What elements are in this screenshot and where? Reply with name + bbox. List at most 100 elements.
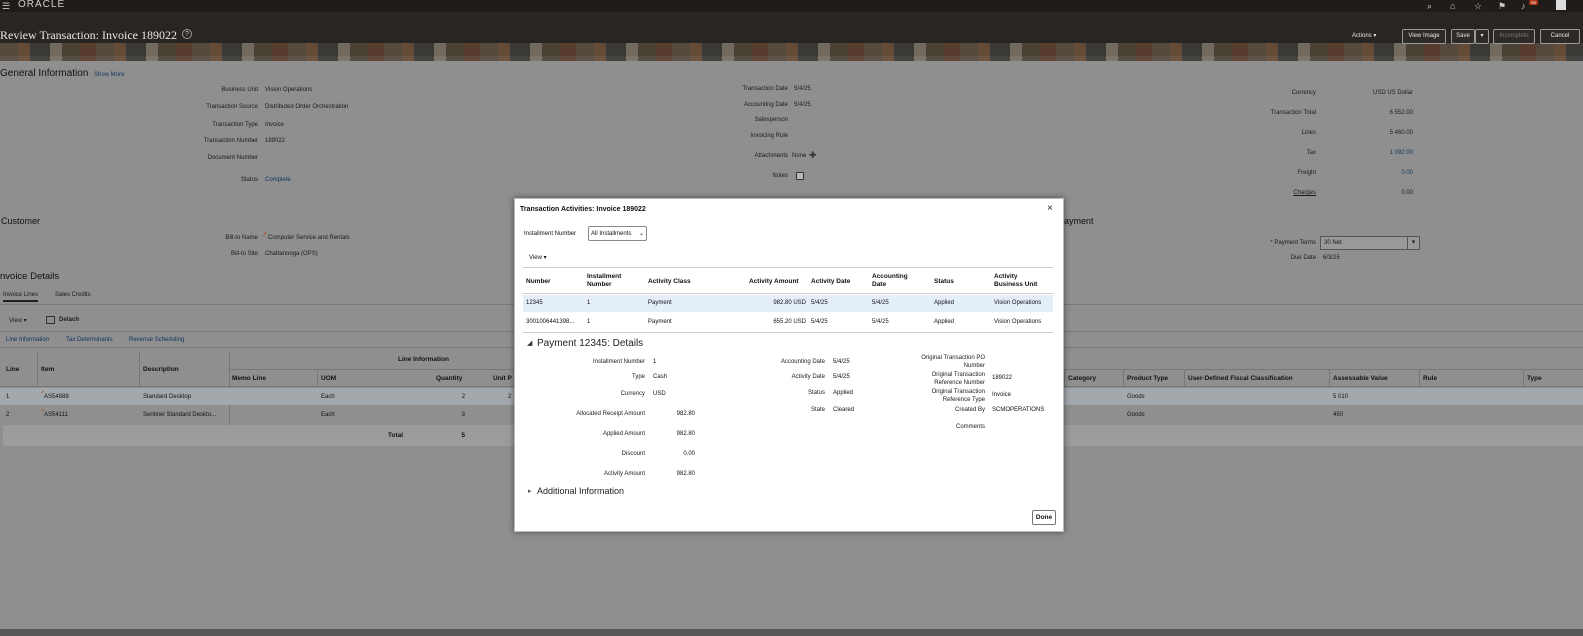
close-icon[interactable]: × xyxy=(1047,203,1053,214)
tab-invoice-lines[interactable]: Invoice Lines xyxy=(3,292,39,302)
column-header-uom[interactable]: UOM xyxy=(321,375,336,382)
cell-activity-class: Payment xyxy=(648,300,672,306)
detail-value: Cash xyxy=(653,374,668,380)
bell-icon[interactable]: ♪ xyxy=(1521,1,1526,11)
search-icon[interactable]: ⌕ xyxy=(1427,1,1432,11)
additional-information-heading[interactable]: Additional Information xyxy=(537,486,624,496)
divider xyxy=(523,267,1053,268)
actions-menu[interactable]: Actions ▾ xyxy=(1352,30,1376,43)
cell-description: Sentinel Standard Deskto... xyxy=(143,412,217,418)
cell-activity-date: 5/4/25 xyxy=(811,300,828,306)
global-header: ☰ ORACLE ⌕ ⌂ ☆ ⚑ ♪ 99 xyxy=(0,0,1583,12)
field-value: 5 460.00 xyxy=(1389,130,1413,136)
cell-business-unit: Vision Operations xyxy=(994,300,1042,306)
detail-value: Applied xyxy=(833,390,854,396)
column-header-product-type[interactable]: Product Type xyxy=(1127,375,1168,382)
star-icon[interactable]: ☆ xyxy=(1474,1,1482,11)
column-header-line[interactable]: Line xyxy=(6,366,19,373)
view-menu[interactable]: View ▾ xyxy=(529,254,547,261)
chevron-down-icon: ⌄ xyxy=(639,231,645,237)
column-header-rule[interactable]: Rule xyxy=(1423,375,1437,382)
tab-sales-credits[interactable]: Sales Credits xyxy=(55,292,91,298)
status-link[interactable]: Complete xyxy=(265,177,291,183)
home-icon[interactable]: ⌂ xyxy=(1450,1,1455,11)
freight-link[interactable]: 0.00 xyxy=(1313,170,1413,176)
field-value: 6 552.00 xyxy=(1389,110,1413,116)
show-more-link[interactable]: Show More xyxy=(94,72,124,78)
detail-label: Activity Date xyxy=(791,374,825,380)
column-header-installment-number[interactable]: Installment Number xyxy=(587,273,621,289)
cell-uom: Each xyxy=(321,412,335,418)
sub-tab-line-information[interactable]: Line Information xyxy=(6,337,49,343)
detail-label: Accounting Date xyxy=(780,359,825,365)
field-value: USD US Dollar xyxy=(1372,90,1413,96)
field-label: Invoicing Rule xyxy=(750,133,788,139)
add-attachment-icon[interactable]: ✚ xyxy=(809,150,817,161)
avatar[interactable] xyxy=(1556,0,1566,10)
column-header-accounting-date[interactable]: Accounting Date xyxy=(872,273,908,289)
flag-icon[interactable]: ⚑ xyxy=(1498,1,1506,11)
column-header-business-unit[interactable]: Activity Business Unit xyxy=(994,273,1037,289)
column-header-memo-line[interactable]: Memo Line xyxy=(232,375,266,382)
sub-tab-tax-determinants[interactable]: Tax Determinants xyxy=(66,337,113,343)
payment-terms-select[interactable]: 30 Net ▾ xyxy=(1320,236,1420,250)
view-menu[interactable]: View ▾ xyxy=(9,317,27,324)
cell-accounting-date: 5/4/25 xyxy=(872,319,889,325)
detail-label: Discount xyxy=(621,451,645,457)
field-value: Invoice xyxy=(265,122,285,128)
column-header-status[interactable]: Status xyxy=(934,278,954,286)
tax-link[interactable]: 1 092.00 xyxy=(1313,150,1413,156)
column-header-activity-date[interactable]: Activity Date xyxy=(811,278,850,286)
column-header-activity-amount[interactable]: Activity Amount xyxy=(749,278,799,286)
field-label: Attachments xyxy=(754,153,788,159)
done-button[interactable]: Done xyxy=(1032,510,1056,525)
cancel-button[interactable]: Cancel xyxy=(1540,29,1580,44)
column-header-description[interactable]: Description xyxy=(143,366,179,373)
field-value: Vision Operations xyxy=(265,87,313,93)
charges-link[interactable]: Charges xyxy=(1218,190,1316,196)
incomplete-button[interactable]: Incomplete xyxy=(1493,29,1535,44)
column-header-assessable-value[interactable]: Assessable Value xyxy=(1333,375,1388,382)
cell-status: Applied xyxy=(934,300,955,306)
cell-product-type: Goods xyxy=(1127,394,1145,400)
detach-icon[interactable] xyxy=(46,316,55,324)
detail-value: 5/4/25 xyxy=(833,374,850,380)
detail-value: 189022 xyxy=(992,375,1013,381)
view-image-button[interactable]: View Image xyxy=(1402,29,1446,44)
menu-icon[interactable]: ☰ xyxy=(2,2,10,11)
grid-line xyxy=(1329,369,1330,386)
required-marker: ↗ xyxy=(262,232,268,238)
column-header-item[interactable]: Item xyxy=(41,366,54,373)
bill-to-site: Chattanooga (OPS) xyxy=(265,251,318,257)
detach-button[interactable]: Detach xyxy=(59,317,79,323)
save-button[interactable]: Save xyxy=(1451,29,1475,44)
grid-line xyxy=(139,351,140,386)
expand-icon[interactable]: ▸ xyxy=(528,487,532,495)
page-title: Review Transaction: Invoice 189022 xyxy=(0,28,177,42)
cell-quantity: 3 xyxy=(461,412,465,418)
field-value: 0.00 xyxy=(1401,190,1413,196)
field-value: Distributed Order Orchestration xyxy=(265,104,349,110)
column-header-unit-price[interactable]: Unit P xyxy=(493,375,512,382)
installment-select[interactable]: All Installments ⌄ xyxy=(588,226,647,241)
column-header-quantity[interactable]: Quantity xyxy=(436,375,462,382)
bill-to-site-label: Bill-to Site xyxy=(230,251,258,257)
invoice-details-heading: nvoice Details xyxy=(0,271,60,282)
field-label: Transaction Number xyxy=(203,138,258,144)
column-header-number[interactable]: Number xyxy=(526,278,551,286)
help-icon[interactable]: ? xyxy=(182,29,192,39)
total-quantity: 5 xyxy=(461,432,465,439)
sub-tab-revenue-scheduling[interactable]: Revenue Scheduling xyxy=(129,337,184,343)
notes-icon[interactable] xyxy=(796,172,804,180)
column-header-fiscal-classification[interactable]: User-Defined Fiscal Classification xyxy=(1188,375,1293,382)
column-header-type[interactable]: Type xyxy=(1527,375,1542,382)
save-dropdown-icon[interactable]: ▾ xyxy=(1475,29,1489,44)
field-label: Freight xyxy=(1297,170,1316,176)
chevron-down-icon[interactable]: ▾ xyxy=(1407,237,1419,249)
divider xyxy=(523,332,1053,333)
collapse-icon[interactable]: ◢ xyxy=(527,339,532,347)
cell-activity-amount: 655.20 USD xyxy=(773,319,806,325)
column-header-activity-class[interactable]: Activity Class xyxy=(648,278,691,286)
header-pattern xyxy=(0,43,1583,61)
column-header-category[interactable]: Category xyxy=(1068,375,1096,382)
